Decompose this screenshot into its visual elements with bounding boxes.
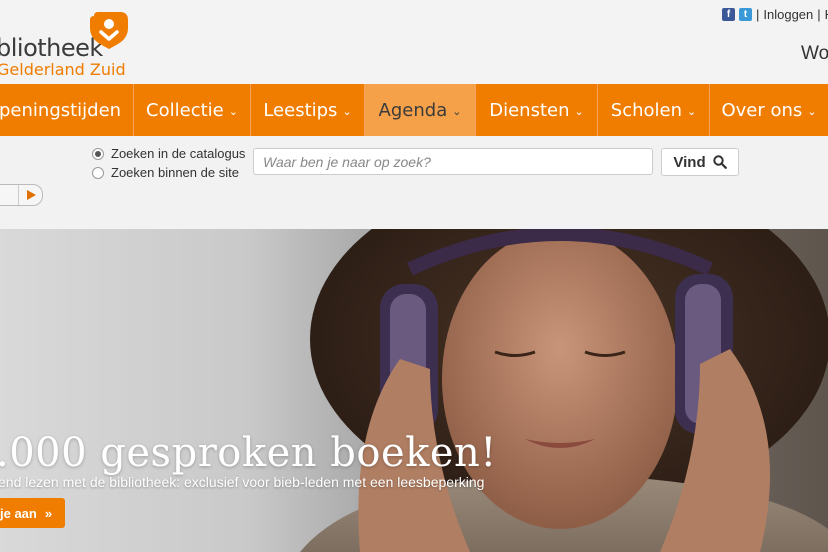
radio-label: Zoeken binnen de site [111,165,239,180]
signup-button-label: je aan [0,505,37,521]
nav-item-openingstijden[interactable]: peningstijden [0,84,133,136]
nav-label: Leestips [263,99,338,121]
twitter-icon[interactable]: t [739,8,752,21]
nav-label: peningstijden [0,99,122,121]
search-option-catalog[interactable]: Zoeken in de catalogus [92,146,245,161]
separator: | [756,7,760,22]
login-link[interactable]: Inloggen [763,7,813,22]
nav-label: Over ons [721,99,803,121]
search-button[interactable]: Vind [661,148,739,176]
top-links: f t | Inloggen | H [722,7,828,22]
main-nav: peningstijden Collectie ⌄ Leestips ⌄ Agend… [0,84,828,136]
hero-subtitle: end lezen met de bibliotheek: exclusief … [0,474,485,490]
search-input[interactable] [253,148,653,175]
hero-banner[interactable]: .000 gesproken boeken! end lezen met de … [0,229,828,552]
separator: | [817,7,821,22]
nav-label: Diensten [489,99,570,121]
nav-item-leestips[interactable]: Leestips ⌄ [251,84,364,136]
header-right-text: Wo [801,43,828,64]
signup-button[interactable]: je aan » [0,498,65,528]
search-option-site[interactable]: Zoeken binnen de site [92,165,239,180]
chevron-down-icon: ⌄ [574,105,584,118]
chevron-down-icon: ⌄ [228,105,238,118]
hero-title: .000 gesproken boeken! [0,430,497,476]
nav-item-agenda[interactable]: Agenda ⌄ [365,84,475,136]
chevron-down-icon: ⌄ [342,105,352,118]
carousel-controls [0,184,43,206]
carousel-play-button[interactable] [19,185,42,205]
nav-label: Collectie [146,99,224,121]
nav-item-diensten[interactable]: Diensten ⌄ [476,84,597,136]
chevron-down-icon: ⌄ [452,105,462,118]
radio-label: Zoeken in de catalogus [111,146,246,161]
chevron-down-icon: ⌄ [807,105,817,118]
nav-label: Scholen [610,99,682,121]
logo-region[interactable]: Gelderland Zuid [0,60,126,79]
facebook-icon[interactable]: f [722,8,735,21]
hero-photo [300,229,828,552]
play-icon [26,190,36,200]
header: bliotheek Gelderland Zuid f t | Inloggen… [0,0,828,84]
library-logo-icon[interactable] [88,10,130,50]
carousel-pause-button[interactable] [0,185,18,205]
nav-label: Agenda [378,99,448,121]
radio-button[interactable] [92,166,104,179]
nav-item-collectie[interactable]: Collectie ⌄ [134,84,250,136]
chevron-down-icon: ⌄ [687,105,697,118]
radio-button[interactable] [92,147,104,160]
search-icon [712,155,727,169]
double-arrow-icon: » [44,505,53,521]
nav-item-scholen[interactable]: Scholen ⌄ [598,84,709,136]
search-button-label: Vind [673,153,706,171]
nav-item-over-ons[interactable]: Over ons ⌄ [710,84,828,136]
